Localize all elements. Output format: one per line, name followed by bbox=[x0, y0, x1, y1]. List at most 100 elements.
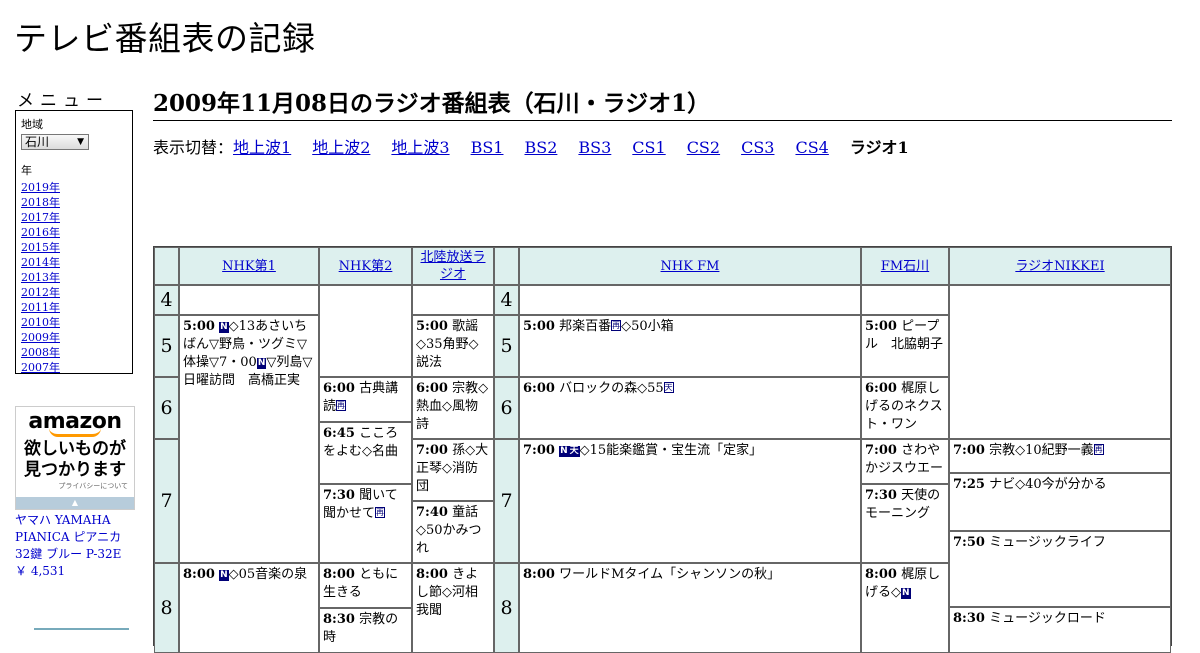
program-empty bbox=[319, 285, 412, 377]
region-select[interactable]: 石川 ▼ bbox=[21, 134, 89, 150]
hour-label: 6 bbox=[154, 377, 179, 439]
program-cell[interactable]: 5:00 邦楽百番再◇50小箱 bbox=[519, 315, 861, 377]
header-corner-left bbox=[154, 247, 179, 285]
program-cell[interactable]: 8:00 N◇05音楽の泉 bbox=[179, 563, 319, 653]
switch-link-cs2[interactable]: CS2 bbox=[687, 138, 720, 157]
program-cell[interactable]: 7:00 さわやかジスウエー bbox=[861, 439, 949, 484]
program-empty bbox=[949, 285, 1171, 439]
rebroadcast-icon: 再 bbox=[611, 320, 622, 331]
switch-link-terrestrial3[interactable]: 地上波3 bbox=[391, 138, 449, 157]
ad-copy-line2: 見つかります bbox=[24, 460, 126, 480]
program-grid: NHK第1 NHK第2 北陸放送ラジオ NHK FM FM石川 ラジオNIKKE… bbox=[153, 246, 1172, 653]
hour-label: 5 bbox=[494, 315, 519, 377]
channel-link[interactable]: NHK第2 bbox=[339, 258, 393, 275]
amazon-ad[interactable]: amazon 欲しいものが 見つかります プライバシーについて ▲ bbox=[15, 406, 135, 510]
switch-link-cs3[interactable]: CS3 bbox=[741, 138, 774, 157]
stereo-icon: 天 bbox=[663, 382, 674, 393]
year-link[interactable]: 2010年 bbox=[21, 315, 127, 330]
header-corner-mid bbox=[494, 247, 519, 285]
news-icon: N bbox=[219, 322, 229, 333]
channel-header-nhkfm[interactable]: NHK FM bbox=[519, 247, 861, 285]
channel-link[interactable]: NHK第1 bbox=[222, 258, 276, 275]
year-link[interactable]: 2012年 bbox=[21, 285, 127, 300]
hour-label: 5 bbox=[154, 315, 179, 377]
channel-header-mro[interactable]: 北陸放送ラジオ bbox=[412, 247, 494, 285]
switch-link-bs3[interactable]: BS3 bbox=[578, 138, 611, 157]
program-empty bbox=[412, 285, 494, 315]
rebroadcast-icon: 再 bbox=[336, 400, 347, 411]
news-icon: N bbox=[256, 358, 267, 369]
program-cell[interactable]: 8:00 梶原しげる◇N bbox=[861, 563, 949, 653]
program-cell[interactable]: 8:30 ミュージックロード bbox=[949, 607, 1171, 653]
ad-scroll-up-icon[interactable]: ▲ bbox=[16, 497, 134, 509]
news-icon: N bbox=[901, 588, 911, 599]
hour-label: 6 bbox=[494, 377, 519, 439]
program-cell[interactable]: 6:45 こころをよむ◇名曲 bbox=[319, 422, 412, 484]
program-cell[interactable]: 5:00 歌謡◇35角野◇説法 bbox=[412, 315, 494, 377]
switch-label: 表示切替： bbox=[153, 138, 234, 157]
switch-link-bs1[interactable]: BS1 bbox=[471, 138, 504, 157]
program-cell[interactable]: 7:00 孫◇大正琴◇消防団 bbox=[412, 439, 494, 501]
program-cell[interactable]: 6:00 古典講読再 bbox=[319, 377, 412, 422]
year-link[interactable]: 2017年 bbox=[21, 210, 127, 225]
ad-product-price: ￥ 4,531 bbox=[15, 564, 66, 578]
program-cell[interactable]: 7:40 童話◇50かみつれ bbox=[412, 501, 494, 563]
ad-product[interactable]: ヤマハ YAMAHA PIANICA ピアニカ 32鍵 ブルー P-32E ￥ … bbox=[15, 512, 140, 580]
rebroadcast-icon: 再 bbox=[375, 507, 386, 518]
year-link[interactable]: 2018年 bbox=[21, 195, 127, 210]
channel-header-nhk1[interactable]: NHK第1 bbox=[179, 247, 319, 285]
ad-privacy-link[interactable]: プライバシーについて bbox=[16, 481, 134, 491]
program-cell[interactable]: 8:00 きよし節◇河相我聞 bbox=[412, 563, 494, 653]
year-link[interactable]: 2008年 bbox=[21, 345, 127, 360]
channel-header-nikkei[interactable]: ラジオNIKKEI bbox=[949, 247, 1171, 285]
year-link[interactable]: 2019年 bbox=[21, 180, 127, 195]
region-select-value: 石川 bbox=[25, 135, 50, 149]
site-title: テレビ番組表の記録 bbox=[14, 19, 316, 58]
switch-link-cs1[interactable]: CS1 bbox=[632, 138, 665, 157]
hour-label: 8 bbox=[494, 563, 519, 653]
program-cell[interactable]: 7:00 N 天◇15能楽鑑賞・宝生流「定家」 bbox=[519, 439, 861, 563]
program-cell[interactable]: 8:00 ともに生きる bbox=[319, 563, 412, 608]
page-title: 2009年11月08日のラジオ番組表（石川・ラジオ1） bbox=[153, 84, 1172, 121]
program-empty bbox=[519, 285, 861, 315]
channel-link[interactable]: NHK FM bbox=[661, 258, 720, 275]
program-cell[interactable]: 7:50 ミュージックライフ bbox=[949, 531, 1171, 607]
program-cell[interactable]: 6:00 宗教◇熱血◇風物詩 bbox=[412, 377, 494, 439]
year-link[interactable]: 2013年 bbox=[21, 270, 127, 285]
program-cell[interactable]: 6:00 バロックの森◇55天 bbox=[519, 377, 861, 439]
menu-title: メニュー bbox=[17, 91, 109, 111]
channel-header-nhk2[interactable]: NHK第2 bbox=[319, 247, 412, 285]
program-cell[interactable]: 7:25 ナビ◇40今が分かる bbox=[949, 473, 1171, 531]
news-icon: N bbox=[219, 570, 229, 581]
program-cell[interactable]: 8:00 ワールドMタイム「シャンソンの秋」 bbox=[519, 563, 861, 653]
program-cell[interactable]: 7:30 天使のモーニング bbox=[861, 484, 949, 563]
hour-label: 7 bbox=[154, 439, 179, 563]
year-link[interactable]: 2016年 bbox=[21, 225, 127, 240]
program-cell[interactable]: 6:00 梶原しげるのネクスト・ワン bbox=[861, 377, 949, 439]
program-cell[interactable]: 5:00 N◇13あさいちばん▽野鳥・ツグミ▽体操▽7・00N▽列島▽日曜訪問 … bbox=[179, 315, 319, 563]
channel-link[interactable]: 北陸放送ラジオ bbox=[415, 249, 491, 283]
switch-link-bs2[interactable]: BS2 bbox=[524, 138, 557, 157]
year-link[interactable]: 2007年 bbox=[21, 360, 127, 375]
year-link[interactable]: 2015年 bbox=[21, 240, 127, 255]
year-link[interactable]: 2011年 bbox=[21, 300, 127, 315]
switch-link-terrestrial1[interactable]: 地上波1 bbox=[233, 138, 291, 157]
program-cell[interactable]: 7:00 宗教◇10紀野一義再 bbox=[949, 439, 1171, 473]
program-cell[interactable]: 5:00 ピープル 北脇朝子 bbox=[861, 315, 949, 377]
program-cell[interactable]: 8:30 宗教の時 bbox=[319, 608, 412, 653]
switch-link-terrestrial2[interactable]: 地上波2 bbox=[312, 138, 370, 157]
switch-current: ラジオ1 bbox=[849, 138, 909, 157]
stereo-icon: 天 bbox=[568, 446, 580, 457]
channel-link[interactable]: ラジオNIKKEI bbox=[1015, 258, 1104, 275]
year-link[interactable]: 2009年 bbox=[21, 330, 127, 345]
program-empty bbox=[179, 285, 319, 315]
year-link[interactable]: 2014年 bbox=[21, 255, 127, 270]
year-list: 2019年 2018年 2017年 2016年 2015年 2014年 2013… bbox=[21, 180, 127, 375]
switch-link-cs4[interactable]: CS4 bbox=[795, 138, 828, 157]
channel-link[interactable]: FM石川 bbox=[881, 258, 929, 275]
news-icon: N bbox=[559, 446, 569, 457]
channel-header-fmishikawa[interactable]: FM石川 bbox=[861, 247, 949, 285]
ad-product-name[interactable]: ヤマハ YAMAHA PIANICA ピアニカ 32鍵 ブルー P-32E bbox=[15, 512, 140, 563]
menu-box: 地域 石川 ▼ 年 2019年 2018年 2017年 2016年 2015年 … bbox=[15, 110, 133, 374]
program-cell[interactable]: 7:30 聞いて聞かせて再 bbox=[319, 484, 412, 563]
